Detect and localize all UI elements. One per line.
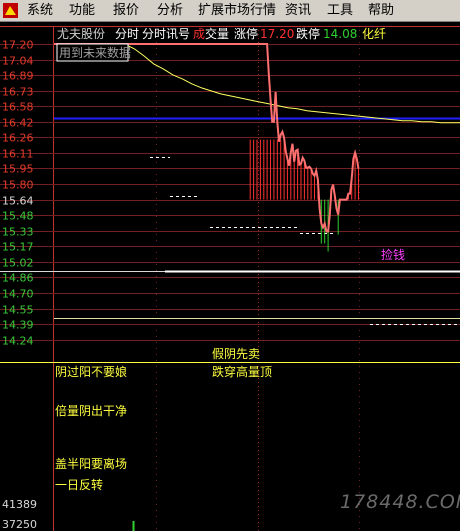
price-tick-label: 16.42 — [2, 117, 34, 130]
annotation-fake-bear-sell: 假阴先卖 — [212, 347, 260, 361]
stock-name: 尤夫股份 — [57, 27, 105, 41]
volume-tick-label: 37250 — [2, 518, 37, 531]
limit-down-value: 14.08 — [323, 27, 357, 41]
price-tick-label: 14.24 — [2, 335, 34, 348]
menu-analysis[interactable]: 分析 — [157, 3, 183, 19]
limit-up-value: 17.20 — [260, 27, 294, 41]
limit-down-label: 跌停 — [296, 26, 320, 41]
menu-quote[interactable]: 报价 — [113, 3, 139, 19]
price-tick-label: 16.73 — [2, 86, 34, 99]
price-tick-label: 16.58 — [2, 101, 34, 114]
menu-info[interactable]: 资讯 — [285, 3, 311, 19]
price-tick-label: 14.55 — [2, 304, 34, 317]
price-tick-label: 16.26 — [2, 132, 34, 145]
annotation-bear-over-bull: 阴过阳不要娘 — [55, 364, 127, 379]
annotation-double-volume-exit: 倍量阴出干净 — [55, 403, 127, 418]
watermark: 178448.COM — [340, 491, 460, 513]
menu-tools[interactable]: 工具 — [327, 3, 353, 19]
price-tick-label: 16.89 — [2, 70, 34, 83]
menu-function[interactable]: 功能 — [69, 3, 95, 19]
price-tick-label: 15.02 — [2, 257, 34, 270]
menu-help[interactable]: 帮助 — [368, 3, 394, 19]
price-tick-label: 15.33 — [2, 226, 34, 239]
intraday-chart[interactable]: 17.20 17.04 16.89 16.73 16.58 16.42 16.26 16.11… — [0, 22, 460, 531]
annotation-half-bull-leave: 盖半阳要离场 — [55, 456, 127, 471]
price-tick-label: 15.80 — [2, 179, 34, 192]
annotation-break-volume-top: 跌穿高量顶 — [212, 364, 272, 379]
volume-word-b: 交量 — [205, 26, 229, 41]
price-tick-label: 15.48 — [2, 210, 34, 223]
future-data-notice: 用到未来数据 — [59, 45, 131, 60]
price-tick-label: 15.95 — [2, 163, 34, 176]
view-intraday[interactable]: 分时 — [115, 27, 139, 41]
menu-bar: 系统 功能 报价 分析 扩展市场行情 资讯 工具 帮助 — [0, 0, 460, 22]
price-tick-label: 15.17 — [2, 241, 34, 254]
price-tick-label: 17.20 — [2, 39, 34, 52]
price-tick-label: 14.70 — [2, 288, 34, 301]
volume-word-a: 成 — [193, 27, 205, 41]
price-tick-label: 15.64 — [2, 195, 34, 208]
limit-up-label: 涨停 — [234, 26, 258, 41]
price-tick-label: 16.11 — [2, 148, 34, 161]
annotation-pick-up-money: 捡钱 — [381, 247, 405, 262]
price-tick-label: 17.04 — [2, 55, 34, 68]
app-logo-icon — [3, 3, 18, 18]
volume-tick-label: 41389 — [2, 498, 37, 511]
sector-label: 化纤 — [362, 27, 386, 41]
view-intraday-signal[interactable]: 分时讯号 — [142, 27, 190, 41]
menu-extended-market[interactable]: 扩展市场行情 — [198, 3, 276, 19]
price-tick-label: 14.39 — [2, 319, 34, 332]
annotation-one-day-reversal: 一日反转 — [55, 477, 103, 492]
menu-system[interactable]: 系统 — [27, 3, 53, 19]
price-tick-label: 14.86 — [2, 272, 34, 285]
